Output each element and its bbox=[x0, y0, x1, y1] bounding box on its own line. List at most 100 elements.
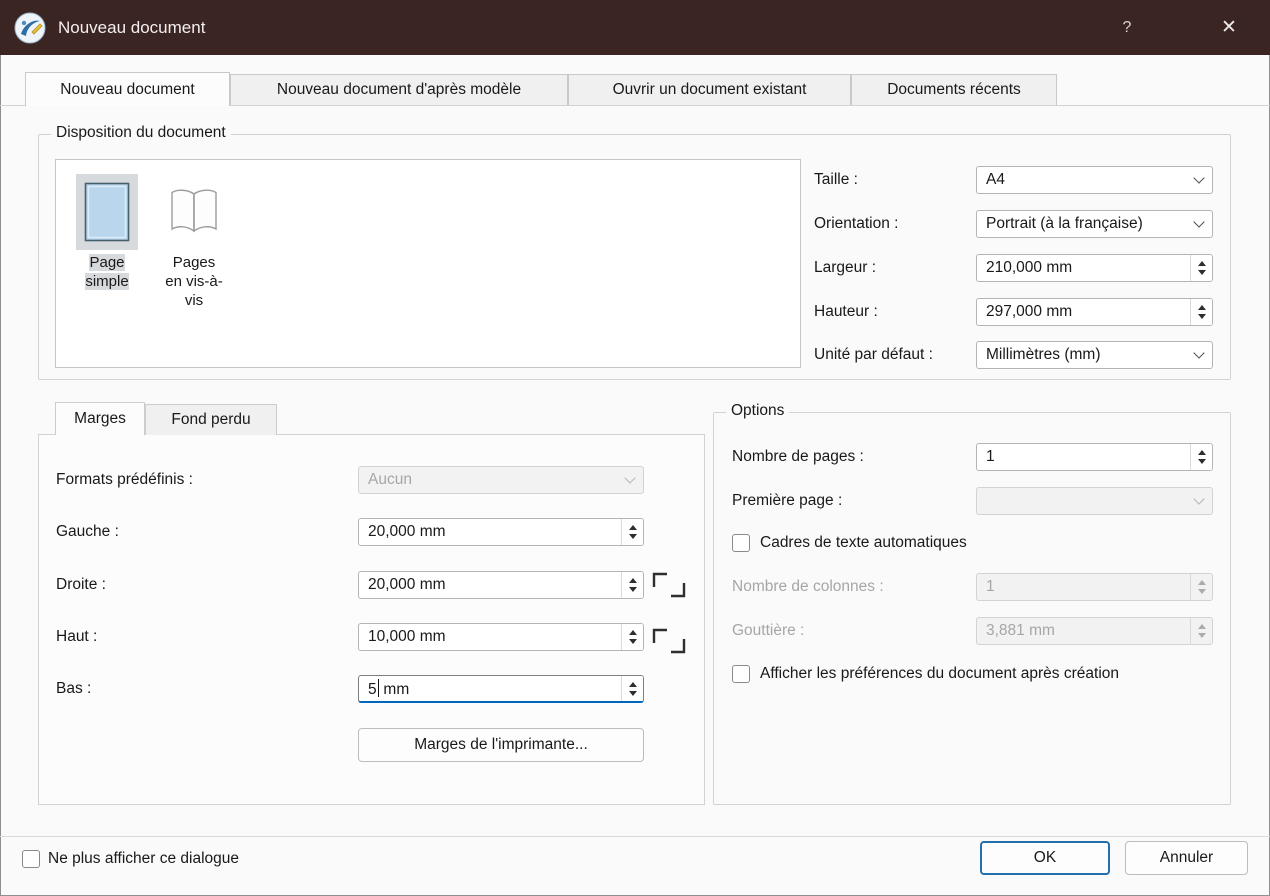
tab-fond-perdu[interactable]: Fond perdu bbox=[145, 404, 277, 435]
hauteur-spin-buttons[interactable] bbox=[1190, 299, 1212, 325]
nombre-pages-value: 1 bbox=[977, 448, 1190, 466]
chevron-down-icon[interactable] bbox=[1186, 167, 1212, 193]
spin-down-icon bbox=[1198, 589, 1206, 594]
droite-label: Droite : bbox=[56, 576, 106, 594]
list-item-pages-vis-a-vis[interactable]: Pages en vis-à-vis bbox=[164, 174, 224, 310]
close-icon[interactable]: ✕ bbox=[1206, 0, 1252, 55]
tab-nouveau-document-modele[interactable]: Nouveau document d'après modèle bbox=[230, 74, 568, 105]
orientation-label: Orientation : bbox=[814, 215, 898, 233]
facing-pages-icon bbox=[163, 174, 225, 250]
chevron-down-icon bbox=[617, 467, 643, 493]
ok-button[interactable]: OK bbox=[980, 841, 1110, 875]
largeur-spinbox[interactable]: 210,000 mm bbox=[976, 254, 1213, 282]
largeur-value: 210,000 mm bbox=[977, 259, 1190, 277]
spin-down-icon bbox=[1198, 633, 1206, 638]
spin-down-icon[interactable] bbox=[1198, 314, 1206, 319]
unite-value: Millimètres (mm) bbox=[977, 346, 1186, 364]
prefs-label: Afficher les préférences du document apr… bbox=[760, 665, 1119, 683]
title-bar: Nouveau document ? ✕ bbox=[0, 0, 1270, 55]
spin-down-icon[interactable] bbox=[629, 534, 637, 539]
bas-label: Bas : bbox=[56, 680, 91, 698]
haut-spinbox[interactable]: 10,000 mm bbox=[358, 623, 644, 651]
gouttiere-spinbox[interactable]: 3,881 mm bbox=[976, 617, 1213, 645]
chevron-down-icon[interactable] bbox=[1186, 342, 1212, 368]
layout-listbox[interactable]: Page simple Pages en vis-à-vis bbox=[55, 159, 801, 368]
dont-show-checkbox[interactable] bbox=[22, 850, 40, 868]
spin-down-icon[interactable] bbox=[629, 691, 637, 696]
droite-value: 20,000 mm bbox=[359, 576, 621, 594]
tab-ouvrir-document[interactable]: Ouvrir un document existant bbox=[568, 74, 851, 105]
window-title: Nouveau document bbox=[58, 18, 205, 38]
hauteur-spinbox[interactable]: 297,000 mm bbox=[976, 298, 1213, 326]
scribus-logo-icon bbox=[14, 12, 46, 44]
colonnes-label: Nombre de colonnes : bbox=[732, 578, 884, 596]
unite-label: Unité par défaut : bbox=[814, 346, 933, 364]
spin-up-icon bbox=[1198, 580, 1206, 585]
nombre-pages-spinbox[interactable]: 1 bbox=[976, 443, 1213, 471]
spin-down-icon[interactable] bbox=[629, 639, 637, 644]
list-item-page-simple[interactable]: Page simple bbox=[74, 174, 140, 291]
tab-documents-recents[interactable]: Documents récents bbox=[851, 74, 1057, 105]
gauche-spinbox[interactable]: 20,000 mm bbox=[358, 518, 644, 546]
spin-down-icon[interactable] bbox=[629, 587, 637, 592]
formats-label: Formats prédéfinis : bbox=[56, 471, 193, 489]
spin-up-icon[interactable] bbox=[1198, 450, 1206, 455]
taille-value: A4 bbox=[977, 171, 1186, 189]
gouttiere-label: Gouttière : bbox=[732, 622, 804, 640]
formats-combo[interactable]: Aucun bbox=[358, 466, 644, 494]
gauche-value: 20,000 mm bbox=[359, 523, 621, 541]
single-page-icon bbox=[76, 174, 138, 250]
gauche-label: Gauche : bbox=[56, 523, 119, 541]
list-item-label: Page simple bbox=[74, 253, 140, 291]
nombre-pages-label: Nombre de pages : bbox=[732, 448, 864, 466]
colonnes-spinbox[interactable]: 1 bbox=[976, 573, 1213, 601]
droite-spin-buttons[interactable] bbox=[621, 572, 643, 598]
unite-combo[interactable]: Millimètres (mm) bbox=[976, 341, 1213, 369]
bas-spin-buttons[interactable] bbox=[621, 676, 643, 701]
tab-marges[interactable]: Marges bbox=[55, 402, 145, 435]
spin-down-icon[interactable] bbox=[1198, 459, 1206, 464]
spin-down-icon[interactable] bbox=[1198, 270, 1206, 275]
cancel-button[interactable]: Annuler bbox=[1125, 841, 1248, 875]
spin-up-icon[interactable] bbox=[1198, 305, 1206, 310]
chevron-down-icon bbox=[1186, 488, 1212, 514]
haut-value: 10,000 mm bbox=[359, 628, 621, 646]
marges-pane: Formats prédéfinis : Aucun Gauche : 20,0… bbox=[38, 434, 705, 805]
list-item-label: Pages en vis-à-vis bbox=[164, 253, 224, 310]
bas-value: 5 mm bbox=[359, 679, 621, 699]
colonnes-value: 1 bbox=[977, 578, 1190, 596]
help-button[interactable]: ? bbox=[1104, 0, 1150, 55]
printer-margins-button[interactable]: Marges de l'imprimante... bbox=[358, 728, 644, 762]
haut-label: Haut : bbox=[56, 628, 97, 646]
premiere-page-combo[interactable] bbox=[976, 487, 1213, 515]
spin-up-icon[interactable] bbox=[1198, 261, 1206, 266]
new-document-dialog: Nouveau document ? ✕ Nouveau document No… bbox=[0, 0, 1270, 896]
premiere-page-label: Première page : bbox=[732, 492, 842, 510]
tab-nouveau-document[interactable]: Nouveau document bbox=[25, 72, 230, 106]
colonnes-spin-buttons bbox=[1190, 574, 1212, 600]
taille-label: Taille : bbox=[814, 171, 858, 189]
nombre-pages-spin-buttons[interactable] bbox=[1190, 444, 1212, 470]
spin-up-icon[interactable] bbox=[629, 578, 637, 583]
prefs-checkbox[interactable] bbox=[732, 665, 750, 683]
hauteur-label: Hauteur : bbox=[814, 303, 878, 321]
cadres-texte-label: Cadres de texte automatiques bbox=[760, 534, 967, 552]
spin-up-icon[interactable] bbox=[629, 630, 637, 635]
orientation-combo[interactable]: Portrait (à la française) bbox=[976, 210, 1213, 238]
orientation-value: Portrait (à la française) bbox=[977, 215, 1186, 233]
cadres-texte-checkbox[interactable] bbox=[732, 534, 750, 552]
bas-spinbox[interactable]: 5 mm bbox=[358, 675, 644, 703]
largeur-spin-buttons[interactable] bbox=[1190, 255, 1212, 281]
disposition-group-title: Disposition du document bbox=[51, 124, 231, 142]
gauche-spin-buttons[interactable] bbox=[621, 519, 643, 545]
chevron-down-icon[interactable] bbox=[1186, 211, 1212, 237]
spin-up-icon[interactable] bbox=[629, 525, 637, 530]
droite-spinbox[interactable]: 20,000 mm bbox=[358, 571, 644, 599]
spin-up-icon[interactable] bbox=[629, 682, 637, 687]
link-margins-icon[interactable] bbox=[651, 571, 687, 655]
haut-spin-buttons[interactable] bbox=[621, 624, 643, 650]
largeur-label: Largeur : bbox=[814, 259, 876, 277]
gouttiere-value: 3,881 mm bbox=[977, 622, 1190, 640]
taille-combo[interactable]: A4 bbox=[976, 166, 1213, 194]
spin-up-icon bbox=[1198, 624, 1206, 629]
